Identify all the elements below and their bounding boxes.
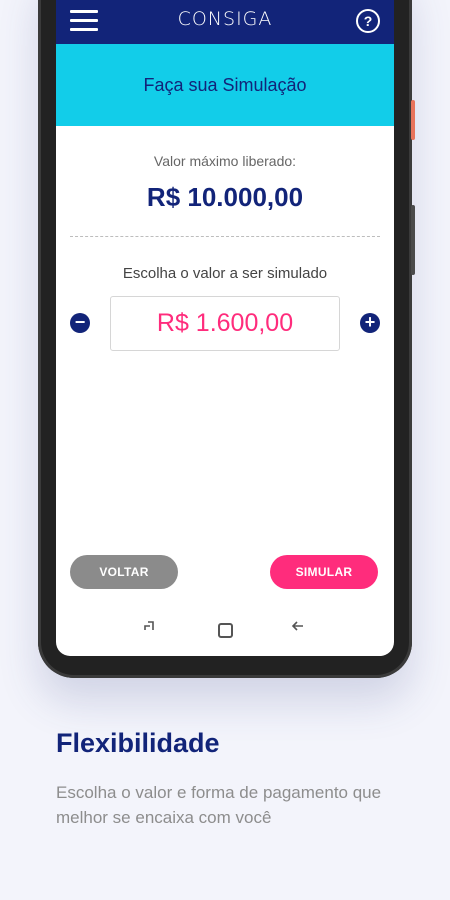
simulated-amount-input[interactable]: R$ 1.600,00 [110,296,340,351]
feature-title: Flexibilidade [56,728,220,758]
back-button[interactable]: VOLTAR [70,555,178,589]
feature-description: Escolha o valor e forma de pagamento que… [56,783,382,827]
max-value-amount: R$ 10.000,00 [146,182,304,212]
android-nav-bar [56,618,394,648]
simulation-banner: Faça sua Simulação [56,44,394,126]
increase-amount-button[interactable]: + [360,313,380,333]
decrease-amount-button[interactable]: − [70,313,90,333]
dashed-divider [70,236,380,237]
back-arrow-icon[interactable] [286,618,310,642]
phone-side-button [411,100,415,140]
top-app-bar: CONSIGA ? [56,0,394,44]
app-screen: CONSIGA ? Faça sua Simulação Valor máxim… [56,0,394,656]
simulate-button[interactable]: SIMULAR [270,555,378,589]
home-icon[interactable] [213,618,237,642]
help-icon[interactable]: ? [356,9,380,33]
recent-apps-icon[interactable] [138,618,162,642]
app-logo: CONSIGA [177,8,273,30]
phone-volume-button [411,205,415,275]
choose-amount-label: Escolha o valor a ser simulado [122,265,328,282]
max-value-label: Valor máximo liberado: [153,153,297,169]
